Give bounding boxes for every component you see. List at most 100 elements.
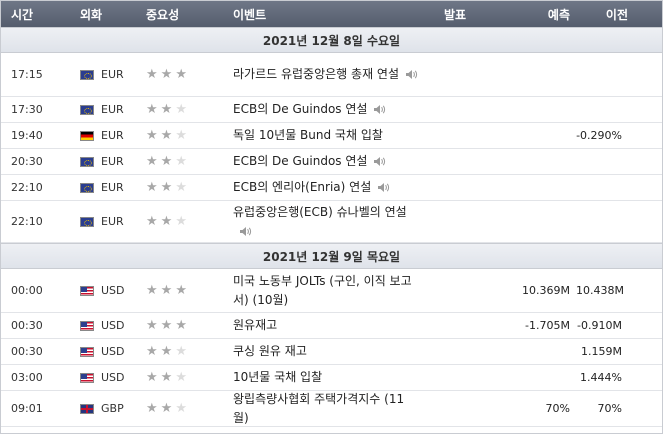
event-name[interactable]: 독일 10년물 Bund 국채 입찰: [229, 126, 419, 145]
event-name-text[interactable]: ECB의 엔리아(Enria) 연설: [233, 180, 371, 194]
event-name[interactable]: ECB의 De Guindos 연설: [229, 100, 419, 119]
importance-stars: ★ ★ ★: [135, 68, 229, 81]
header-event[interactable]: 이벤트: [229, 6, 419, 23]
event-time: 17:15: [11, 68, 43, 81]
event-name-text[interactable]: 쿠싱 원유 재고: [233, 344, 307, 358]
flag-eu-icon: [80, 69, 94, 80]
star-icon: ★: [160, 154, 173, 169]
table-row[interactable]: 19:40 EUR ★ ★ ★ 독일 10년물 Bund 국채 입찰 -0.290%: [1, 123, 662, 149]
speaker-icon: [374, 105, 386, 114]
event-name-text[interactable]: 원유재고: [233, 318, 277, 332]
star-icon: ★: [146, 154, 158, 169]
currency-code: EUR: [101, 103, 124, 116]
event-name[interactable]: 원유재고: [229, 316, 419, 335]
event-name[interactable]: 왕립측량사협회 주택가격지수 (11월): [229, 390, 419, 428]
event-time: 17:30: [11, 103, 43, 116]
star-icon: ★: [160, 283, 173, 298]
event-name[interactable]: ECB의 De Guindos 연설: [229, 152, 419, 171]
importance-stars: ★ ★ ★: [135, 402, 229, 415]
event-name-text[interactable]: 왕립측량사협회 주택가격지수 (11월): [233, 392, 404, 425]
star-icon: ★: [146, 180, 158, 195]
star-icon: ★: [175, 401, 187, 416]
star-icon: ★: [146, 67, 158, 82]
currency-cell: USD: [69, 345, 135, 358]
star-icon: ★: [175, 344, 187, 359]
event-name[interactable]: 라가르드 유럽중앙은행 총재 연설: [229, 65, 419, 84]
flag-us-icon: [80, 372, 94, 383]
star-icon: ★: [160, 102, 173, 117]
currency-code: USD: [101, 284, 125, 297]
star-icon: ★: [160, 370, 173, 385]
star-icon: ★: [146, 318, 158, 333]
table-row[interactable]: 17:30 EUR ★ ★ ★ ECB의 De Guindos 연설: [1, 97, 662, 123]
importance-stars: ★ ★ ★: [135, 215, 229, 228]
star-icon: ★: [146, 370, 158, 385]
currency-code: EUR: [101, 129, 124, 142]
header-currency[interactable]: 외화: [69, 6, 135, 23]
header-time[interactable]: 시간: [1, 6, 69, 23]
event-name-text[interactable]: ECB의 De Guindos 연설: [233, 154, 367, 168]
table-row[interactable]: 00:30 USD ★ ★ ★ 쿠싱 원유 재고 1.159M: [1, 339, 662, 365]
star-icon: ★: [175, 370, 187, 385]
forecast-value: 10.369M: [522, 284, 570, 297]
header-importance[interactable]: 중요성: [135, 6, 229, 23]
importance-stars: ★ ★ ★: [135, 345, 229, 358]
previous-value: -0.290%: [576, 129, 622, 142]
event-name-text[interactable]: 라가르드 유럽중앙은행 총재 연설: [233, 67, 399, 81]
event-time: 00:00: [11, 284, 43, 297]
event-time: 03:00: [11, 371, 43, 384]
event-name[interactable]: 쿠싱 원유 재고: [229, 342, 419, 361]
currency-code: USD: [101, 345, 125, 358]
table-row[interactable]: 03:00 USD ★ ★ ★ 10년물 국채 입찰 1.444%: [1, 365, 662, 391]
header-forecast[interactable]: 예측: [497, 6, 576, 23]
header-actual[interactable]: 발표: [419, 6, 497, 23]
date-row: 2021년 12월 8일 수요일: [1, 27, 662, 53]
currency-code: EUR: [101, 181, 124, 194]
event-name[interactable]: 미국 노동부 JOLTs (구인, 이직 보고서) (10월): [229, 272, 419, 310]
previous-value: 1.444%: [580, 371, 622, 384]
event-name[interactable]: ECB의 엔리아(Enria) 연설: [229, 178, 419, 197]
star-icon: ★: [175, 283, 187, 298]
event-name-text[interactable]: 10년물 국채 입찰: [233, 370, 322, 384]
event-name-text[interactable]: 미국 노동부 JOLTs (구인, 이직 보고서) (10월): [233, 274, 412, 307]
forecast-value: -1.705M: [525, 319, 570, 332]
speaker-icon: [240, 226, 252, 236]
currency-cell: USD: [69, 284, 135, 297]
table-row[interactable]: 20:30 EUR ★ ★ ★ ECB의 De Guindos 연설: [1, 149, 662, 175]
flag-eu-icon: [80, 156, 94, 167]
currency-code: GBP: [101, 402, 124, 415]
table-header: 시간 외화 중요성 이벤트 발표 예측 이전: [1, 1, 662, 27]
flag-us-icon: [80, 285, 94, 296]
star-icon: ★: [146, 401, 158, 416]
currency-code: EUR: [101, 215, 124, 228]
previous-value: 70%: [597, 402, 622, 415]
event-name-text[interactable]: 독일 10년물 Bund 국채 입찰: [233, 128, 383, 142]
importance-stars: ★ ★ ★: [135, 284, 229, 297]
currency-cell: USD: [69, 319, 135, 332]
event-name-text[interactable]: 유럽중앙은행(ECB) 슈나벨의 연설: [233, 205, 407, 219]
speaker-icon: [378, 183, 390, 192]
star-icon: ★: [175, 128, 187, 143]
flag-us-icon: [80, 346, 94, 357]
table-row[interactable]: 22:10 EUR ★ ★ ★ 유럽중앙은행(ECB) 슈나벨의 연설: [1, 201, 662, 243]
event-name[interactable]: 10년물 국채 입찰: [229, 368, 419, 387]
currency-code: USD: [101, 371, 125, 384]
flag-eu-icon: [80, 216, 94, 227]
star-icon: ★: [160, 401, 173, 416]
flag-eu-icon: [80, 182, 94, 193]
header-previous[interactable]: 이전: [576, 6, 662, 23]
table-row[interactable]: 17:15 EUR ★ ★ ★ 라가르드 유럽중앙은행 총재 연설: [1, 53, 662, 97]
importance-stars: ★ ★ ★: [135, 181, 229, 194]
event-name-text[interactable]: ECB의 De Guindos 연설: [233, 102, 367, 116]
currency-code: EUR: [101, 68, 124, 81]
event-name[interactable]: 유럽중앙은행(ECB) 슈나벨의 연설: [229, 203, 419, 241]
importance-stars: ★ ★ ★: [135, 319, 229, 332]
star-icon: ★: [146, 344, 158, 359]
star-icon: ★: [160, 318, 173, 333]
table-row[interactable]: 00:30 USD ★ ★ ★ 원유재고 -1.705M -0.910M: [1, 313, 662, 339]
table-row[interactable]: 09:01 GBP ★ ★ ★ 왕립측량사협회 주택가격지수 (11월) 70% 70%: [1, 391, 662, 427]
importance-stars: ★ ★ ★: [135, 155, 229, 168]
previous-value: 1.159M: [581, 345, 622, 358]
table-row[interactable]: 22:10 EUR ★ ★ ★ ECB의 엔리아(Enria) 연설: [1, 175, 662, 201]
table-row[interactable]: 00:00 USD ★ ★ ★ 미국 노동부 JOLTs (구인, 이직 보고서) (10…: [1, 269, 662, 313]
